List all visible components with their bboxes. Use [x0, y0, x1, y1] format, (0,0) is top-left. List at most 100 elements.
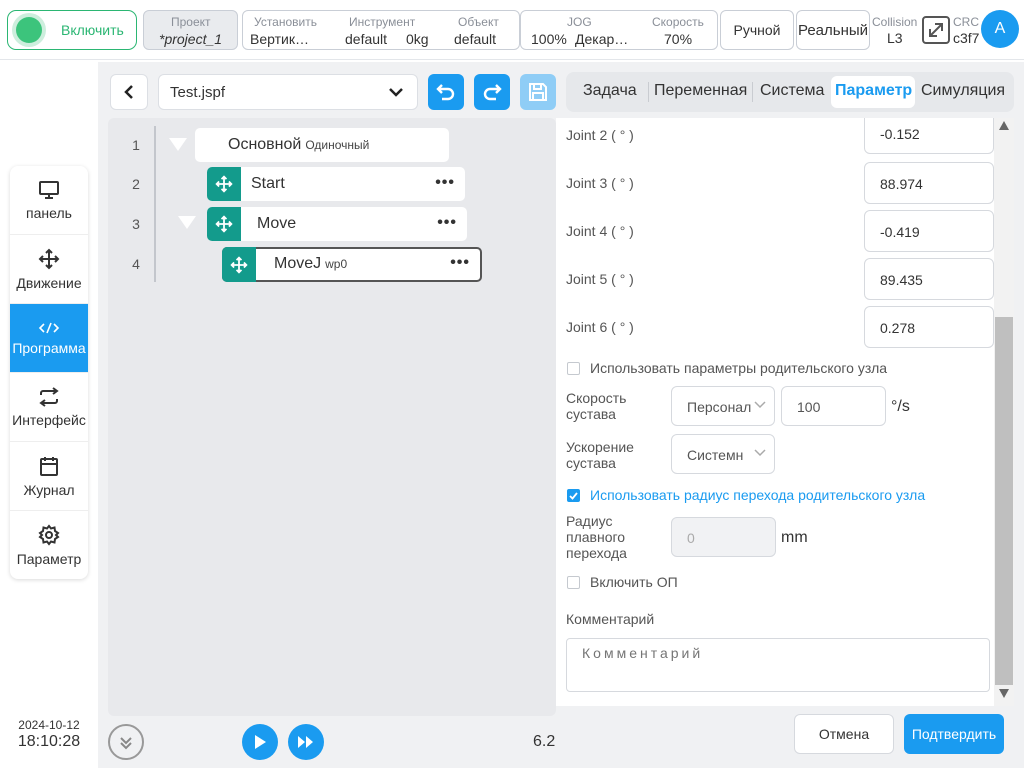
tab-parameter[interactable]: Параметр	[835, 82, 912, 100]
scroll-up-icon[interactable]	[999, 121, 1009, 130]
chevron-down-icon	[389, 88, 403, 97]
tab-task[interactable]: Задача	[583, 82, 637, 100]
joint-speed-mode-select[interactable]: Персонал	[671, 386, 775, 426]
joint-3-input[interactable]: 88.974	[864, 162, 994, 204]
nav-item-program[interactable]: Программа	[10, 304, 88, 373]
nav-label: Журнал	[23, 481, 75, 498]
collapse-panel-icon[interactable]	[108, 724, 144, 760]
install-tool-object-group[interactable]: Установить Вертик… Инструмент default 0k…	[242, 10, 520, 50]
more-options-icon[interactable]: •••	[435, 175, 455, 191]
nav-item-dashboard[interactable]: панель	[10, 166, 88, 235]
speed-value: 70%	[664, 31, 693, 47]
enable-op-checkbox[interactable]	[567, 576, 580, 589]
play-button[interactable]	[242, 724, 278, 760]
joint-5-input[interactable]: 89.435	[864, 258, 994, 300]
node-label: MoveJ wp0	[274, 255, 348, 272]
use-parent-params-checkbox[interactable]	[567, 362, 580, 375]
real-mode-button[interactable]: Реальный	[796, 10, 870, 50]
enable-label: Включить	[61, 22, 124, 38]
code-icon	[38, 322, 60, 333]
collision-caption: Collision	[872, 15, 918, 29]
nav-item-interface[interactable]: Интерфейс	[10, 373, 88, 442]
tab-separator	[752, 82, 753, 102]
enable-robot-button[interactable]: Включить	[7, 10, 137, 50]
tree-node-movej-selected[interactable]: MoveJ wp0 •••	[222, 247, 482, 282]
project-indicator[interactable]: Проект *project_1	[143, 10, 238, 50]
top-status-bar: Включить Проект *project_1 Установить Ве…	[0, 0, 1024, 60]
more-options-icon[interactable]: •••	[437, 215, 457, 231]
install-caption: Установить	[254, 15, 317, 29]
move-icon	[38, 248, 60, 269]
use-parent-radius-checkbox[interactable]	[567, 489, 580, 502]
joint-label: Joint 4 ( ° )	[566, 223, 634, 239]
side-navigation: панель Движение Программа Интерфейс Журн…	[10, 166, 88, 579]
redo-icon	[483, 84, 502, 101]
joint-4-input[interactable]: -0.419	[864, 210, 994, 252]
undo-button[interactable]	[428, 74, 464, 110]
nav-label: Движение	[16, 274, 82, 291]
nav-item-settings[interactable]: Параметр	[10, 511, 88, 579]
manual-mode-button[interactable]: Ручной	[720, 10, 794, 50]
save-icon	[529, 83, 547, 101]
line-number: 3	[132, 216, 140, 232]
joint-accel-mode-select[interactable]: Системн	[671, 434, 775, 474]
cancel-button[interactable]: Отмена	[794, 714, 894, 754]
jog-frame: Декар…	[575, 31, 629, 47]
joint-6-input[interactable]: 0.278	[864, 306, 994, 348]
play-control	[242, 724, 278, 760]
drag-move-icon[interactable]	[222, 247, 256, 282]
joint-speed-value-input[interactable]: 100	[781, 386, 886, 426]
scroll-down-icon[interactable]	[999, 689, 1009, 698]
nav-label: Программа	[12, 339, 86, 356]
blend-radius-label: Радиус плавного перехода	[566, 513, 627, 561]
file-selector[interactable]: Test.jspf	[158, 74, 418, 110]
blend-radius-unit: mm	[781, 529, 808, 546]
tree-node-start[interactable]: Start •••	[207, 167, 465, 201]
enable-op-label: Включить ОП	[590, 574, 678, 590]
tab-variable[interactable]: Переменная	[654, 82, 747, 100]
line-number: 1	[132, 137, 140, 153]
jog-speed-group[interactable]: JOG 100% Декар… Скорость 70%	[520, 10, 718, 50]
joint-speed-unit: °/s	[891, 398, 910, 415]
crc-value: c3f7	[953, 30, 980, 46]
swap-icon	[39, 386, 59, 407]
tree-node-main[interactable]: Основной Одиночный	[195, 128, 449, 162]
fast-forward-icon	[298, 736, 313, 748]
node-label: Основной Одиночный	[228, 136, 370, 153]
jog-percent: 100%	[531, 31, 567, 47]
blend-radius-input[interactable]: 0	[671, 517, 776, 557]
collapse-triangle-icon[interactable]	[178, 216, 196, 229]
drag-move-icon[interactable]	[207, 167, 241, 201]
form-top-edge	[556, 112, 994, 118]
joint-2-input[interactable]: -0.152	[864, 112, 994, 154]
back-button[interactable]	[110, 74, 148, 110]
nav-item-motion[interactable]: Движение	[10, 235, 88, 304]
joint-label: Joint 2 ( ° )	[566, 127, 634, 143]
project-name: *project_1	[159, 31, 223, 47]
crc-caption: CRC	[953, 15, 979, 29]
tree-node-move[interactable]: Move •••	[207, 207, 467, 241]
line-number: 2	[132, 176, 140, 192]
drag-move-icon[interactable]	[207, 207, 241, 241]
expand-icon[interactable]	[922, 16, 950, 44]
redo-button[interactable]	[474, 74, 510, 110]
step-control	[288, 724, 324, 760]
editor-bottom-bar	[108, 724, 144, 760]
jog-caption: JOG	[567, 15, 592, 29]
confirm-button[interactable]: Подтвердить	[904, 714, 1004, 754]
chevron-down-icon	[754, 449, 766, 457]
save-button[interactable]	[520, 74, 556, 110]
collapse-triangle-icon[interactable]	[169, 138, 187, 151]
user-avatar[interactable]: A	[981, 10, 1019, 48]
nav-item-log[interactable]: Журнал	[10, 442, 88, 511]
tab-simulation[interactable]: Симуляция	[921, 82, 1005, 100]
comment-textarea[interactable]	[566, 638, 990, 692]
joint-speed-label: Скорость сустава	[566, 390, 627, 422]
tab-system[interactable]: Система	[760, 82, 824, 100]
chevron-left-icon	[124, 85, 133, 99]
collision-level: L3	[887, 30, 903, 46]
more-options-icon[interactable]: •••	[450, 255, 470, 271]
scroll-thumb[interactable]	[995, 317, 1013, 685]
speed-caption: Скорость	[652, 15, 704, 29]
fast-forward-button[interactable]	[288, 724, 324, 760]
